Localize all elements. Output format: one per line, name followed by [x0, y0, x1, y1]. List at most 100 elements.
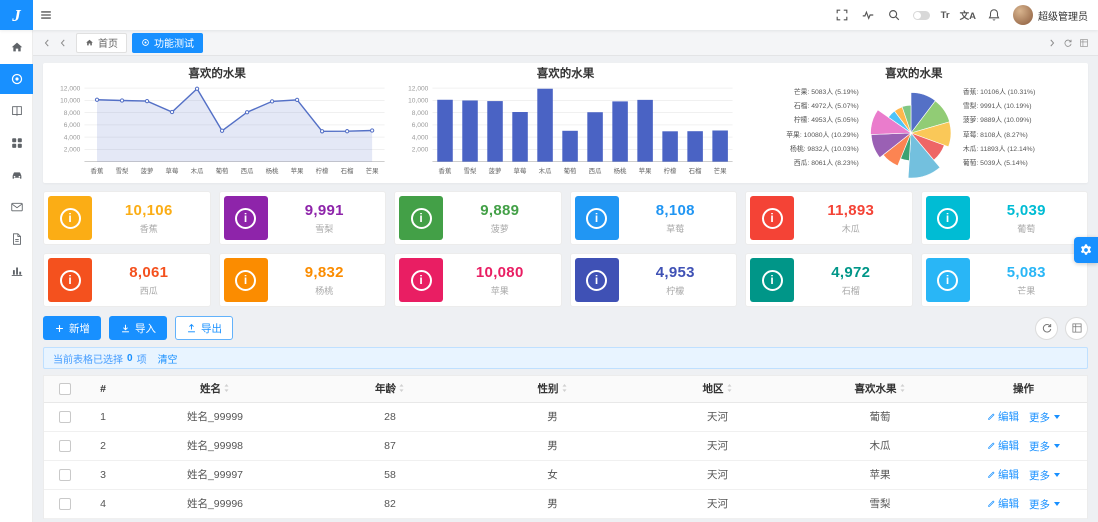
tabs-scroll-left-icon-2[interactable] — [55, 33, 71, 53]
selection-info-suffix: 项 — [136, 354, 147, 366]
car-icon — [10, 168, 24, 182]
svg-text:菠萝: 菠萝 — [489, 166, 502, 175]
table-row[interactable]: 1 姓名_99999 28 男天河 葡萄 编辑 更多 — [44, 402, 1087, 432]
pencil-icon — [987, 441, 996, 450]
cell-actions: 编辑 更多 — [960, 489, 1087, 519]
sidebar-item-3[interactable] — [0, 128, 33, 158]
stat-card-7[interactable]: i 9,832 杨桃 — [218, 253, 386, 307]
column-header-4[interactable]: 地区 — [635, 376, 800, 403]
pie-label: 草莓: 8108人 (8.27%) — [962, 131, 1028, 139]
sort-icon[interactable] — [398, 383, 405, 393]
column-settings-button[interactable] — [1065, 316, 1088, 340]
selection-count: 0 — [127, 352, 133, 364]
edit-link[interactable]: 编辑 — [987, 438, 1019, 453]
pie-label: 石榴: 4972人 (5.07%) — [793, 103, 859, 111]
column-header-2[interactable]: 年龄 — [310, 376, 470, 403]
chart-title: 喜欢的水果 — [885, 68, 943, 80]
edit-link[interactable]: 编辑 — [987, 409, 1019, 424]
sort-icon[interactable] — [726, 383, 733, 393]
sidebar-item-1[interactable] — [0, 64, 33, 94]
table-row[interactable]: 2 姓名_99998 87 男天河 木瓜 编辑 更多 — [44, 431, 1087, 461]
tab-refresh-button[interactable] — [1060, 33, 1076, 53]
edit-link[interactable]: 编辑 — [987, 467, 1019, 482]
sidebar-item-4[interactable] — [0, 160, 33, 190]
tabs-scroll-left-icon[interactable] — [39, 33, 55, 53]
sidebar-item-5[interactable] — [0, 192, 33, 222]
row-checkbox[interactable] — [59, 468, 71, 481]
stat-value: 8,061 — [129, 263, 169, 281]
stat-card-4[interactable]: i 11,893 木瓜 — [745, 191, 913, 245]
settings-drawer-button[interactable] — [1074, 237, 1098, 263]
column-header-1[interactable]: 姓名 — [120, 376, 310, 403]
i18n-icon[interactable]: 文A — [955, 8, 981, 22]
tab-home[interactable]: 首页 — [76, 32, 127, 53]
row-checkbox[interactable] — [59, 497, 71, 510]
pie-label: 雪梨: 9991人 (10.19%) — [962, 103, 1032, 111]
logo-glyph: J — [12, 5, 21, 25]
translate-icon[interactable]: Tr — [936, 10, 955, 21]
stat-card-9[interactable]: i 4,953 柠檬 — [569, 253, 737, 307]
row-checkbox[interactable] — [59, 439, 71, 452]
sidebar-item-6[interactable] — [0, 224, 33, 254]
cell-age: 28 — [310, 402, 470, 432]
app-logo[interactable]: J — [0, 0, 33, 30]
sidebar-item-0[interactable] — [0, 32, 33, 62]
edit-link[interactable]: 编辑 — [987, 496, 1019, 511]
more-link[interactable]: 更多 — [1029, 468, 1060, 483]
user-menu[interactable]: 超级管理员 — [1007, 5, 1098, 25]
column-header-3[interactable]: 性别 — [470, 376, 635, 403]
cell-index: 4 — [86, 489, 120, 519]
fullscreen-button[interactable] — [829, 0, 855, 30]
stat-card-1[interactable]: i 9,991 雪梨 — [218, 191, 386, 245]
more-link[interactable]: 更多 — [1029, 497, 1060, 512]
tabbar: 首页 功能测试 — [33, 30, 1098, 56]
stat-card-10[interactable]: i 4,972 石榴 — [745, 253, 913, 307]
sort-icon[interactable] — [561, 383, 568, 393]
tab-layout-button[interactable] — [1076, 33, 1092, 53]
sidebar-item-2[interactable] — [0, 96, 33, 126]
tab-function-test[interactable]: 功能测试 — [132, 32, 203, 53]
tabs-scroll-right-icon[interactable] — [1044, 33, 1060, 53]
row-checkbox[interactable] — [59, 410, 71, 423]
stat-value: 9,889 — [480, 201, 520, 219]
monitor-button[interactable] — [855, 0, 881, 30]
search-button[interactable] — [881, 0, 907, 30]
add-button[interactable]: 新增 — [43, 316, 101, 340]
table-row[interactable]: 4 姓名_99996 82 男天河 雪梨 编辑 更多 — [44, 489, 1087, 519]
cell-fruit: 苹果 — [800, 460, 960, 490]
menu-collapse-button[interactable] — [33, 0, 59, 30]
stat-card-6[interactable]: i 8,061 西瓜 — [43, 253, 211, 307]
more-link[interactable]: 更多 — [1029, 410, 1060, 425]
sidebar-item-7[interactable] — [0, 256, 33, 286]
pie-label: 苹果: 10080人 (10.29%) — [786, 131, 859, 139]
sort-icon[interactable] — [223, 383, 230, 393]
select-all-checkbox[interactable] — [59, 382, 71, 395]
import-button[interactable]: 导入 — [109, 316, 167, 340]
stat-card-3[interactable]: i 8,108 草莓 — [569, 191, 737, 245]
import-button-label: 导入 — [135, 322, 156, 335]
more-link[interactable]: 更多 — [1029, 439, 1060, 454]
pie-label: 葡萄: 5039人 (5.14%) — [962, 160, 1028, 168]
stat-card-2[interactable]: i 9,889 菠萝 — [394, 191, 562, 245]
clear-selection-link[interactable]: 清空 — [158, 351, 178, 366]
stat-card-5[interactable]: i 5,039 葡萄 — [920, 191, 1088, 245]
pie-label: 西瓜: 8061人 (8.23%) — [793, 160, 859, 168]
export-button[interactable]: 导出 — [175, 316, 233, 340]
column-header-5[interactable]: 喜欢水果 — [800, 376, 960, 403]
svg-text:木瓜: 木瓜 — [191, 166, 204, 175]
stat-card-8[interactable]: i 10,080 苹果 — [394, 253, 562, 307]
size-switch-toggle[interactable] — [912, 10, 930, 20]
main-content: 喜欢的水果 2,000 4,000 6,000 8,000 10,000 12,000 香蕉… — [33, 56, 1098, 522]
stat-label: 柠檬 — [666, 285, 685, 296]
user-name: 超级管理员 — [1038, 11, 1088, 23]
svg-text:雪梨: 雪梨 — [116, 166, 129, 175]
notifications-button[interactable] — [981, 0, 1007, 30]
table-header-row: # 姓名 年龄 性别 地区 喜欢水果 操作 — [44, 376, 1087, 403]
stat-card-11[interactable]: i 5,083 芒果 — [920, 253, 1088, 307]
stat-card-0[interactable]: i 10,106 香蕉 — [43, 191, 211, 245]
table-refresh-button[interactable] — [1035, 316, 1058, 340]
cell-age: 58 — [310, 460, 470, 490]
table-row[interactable]: 3 姓名_99997 58 女天河 苹果 编辑 更多 — [44, 460, 1087, 490]
add-button-label: 新增 — [69, 322, 90, 335]
sort-icon[interactable] — [899, 383, 906, 393]
